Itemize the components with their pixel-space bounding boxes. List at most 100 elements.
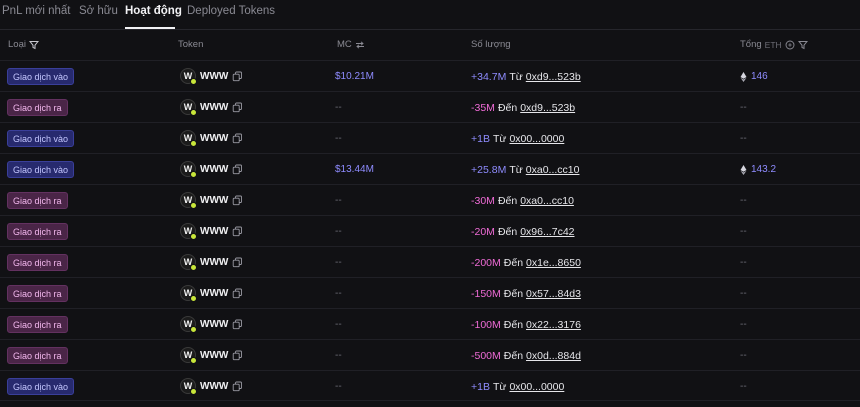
token-cell[interactable]: W WWW	[180, 161, 243, 178]
type-badge[interactable]: Giao dịch vào	[7, 68, 75, 85]
total-value: 143.2	[751, 164, 777, 175]
filter-icon[interactable]	[28, 40, 39, 50]
token-symbol[interactable]: WWW	[200, 164, 228, 175]
token-cell[interactable]: W WWW	[180, 316, 243, 333]
wallet-address-link[interactable]: 0xd9...523b	[526, 71, 581, 83]
wallet-address-link[interactable]: 0x96...7c42	[520, 226, 574, 238]
copy-icon[interactable]	[232, 319, 243, 330]
copy-icon[interactable]	[232, 133, 243, 144]
token-symbol[interactable]: WWW	[200, 102, 228, 113]
amount-cell: -35M Đến 0xd9...523b	[471, 102, 575, 114]
tab-holdings[interactable]: Sở hữu	[79, 5, 118, 17]
header-total-unit[interactable]: ETH	[765, 40, 782, 50]
header-total: Tổng ETH	[740, 39, 808, 50]
table-row[interactable]: Giao dịch ra W WWW -- -500M Đến 0x0d...884d --	[0, 339, 860, 370]
amount-cell: +1B Từ 0x00...0000	[471, 381, 564, 393]
token-cell[interactable]: W WWW	[180, 223, 243, 240]
token-symbol[interactable]: WWW	[200, 288, 228, 299]
table-row[interactable]: Giao dịch ra W WWW -- -100M Đến 0x22...3176 --	[0, 308, 860, 339]
tab-deployed-tokens[interactable]: Deployed Tokens	[187, 5, 275, 17]
type-badge[interactable]: Giao dịch ra	[7, 254, 68, 271]
table-row[interactable]: Giao dịch ra W WWW -- -35M Đến 0xd9...523b --	[0, 91, 860, 122]
token-cell[interactable]: W WWW	[180, 99, 243, 116]
type-badge[interactable]: Giao dịch ra	[7, 223, 68, 240]
token-symbol[interactable]: WWW	[200, 257, 228, 268]
type-badge[interactable]: Giao dịch vào	[7, 130, 75, 147]
wallet-address-link[interactable]: 0x00...0000	[509, 381, 564, 393]
tab-pnl[interactable]: PnL mới nhất	[2, 5, 70, 17]
token-cell[interactable]: W WWW	[180, 68, 243, 85]
active-tab-indicator	[125, 27, 175, 29]
copy-icon[interactable]	[232, 71, 243, 82]
total-cell: 143.2	[740, 164, 776, 175]
copy-icon[interactable]	[232, 102, 243, 113]
total-value: --	[740, 102, 747, 113]
wallet-address-link[interactable]: 0xd9...523b	[520, 102, 575, 114]
direction-label: Đến	[503, 288, 524, 300]
token-symbol[interactable]: WWW	[200, 381, 228, 392]
wallet-address-link[interactable]: 0x22...3176	[526, 319, 581, 331]
type-badge[interactable]: Giao dịch ra	[7, 99, 68, 116]
token-cell[interactable]: W WWW	[180, 254, 243, 271]
token-symbol[interactable]: WWW	[200, 350, 228, 361]
currency-icon[interactable]	[785, 40, 795, 50]
token-symbol[interactable]: WWW	[200, 319, 228, 330]
total-cell: --	[740, 133, 747, 144]
table-row[interactable]: Giao dịch vào W WWW $13.44M +25.8M Từ 0xa0...c…	[0, 153, 860, 184]
amount-cell: -100M Đến 0x22...3176	[471, 319, 581, 331]
table-row[interactable]: Giao dịch ra W WWW -- -20M Đến 0x96...7c42 --	[0, 215, 860, 246]
wallet-address-link[interactable]: 0x0d...884d	[526, 350, 581, 362]
direction-label: Đến	[503, 257, 524, 269]
amount-value: -35M	[471, 102, 495, 114]
type-badge[interactable]: Giao dịch ra	[7, 347, 68, 364]
copy-icon[interactable]	[232, 381, 243, 392]
type-badge[interactable]: Giao dịch ra	[7, 316, 68, 333]
token-cell[interactable]: W WWW	[180, 285, 243, 302]
type-badge[interactable]: Giao dịch ra	[7, 285, 68, 302]
token-cell[interactable]: W WWW	[180, 347, 243, 364]
tab-activity[interactable]: Hoạt động	[125, 5, 182, 17]
swap-icon[interactable]	[355, 40, 365, 49]
copy-icon[interactable]	[232, 195, 243, 206]
copy-icon[interactable]	[232, 350, 243, 361]
token-symbol[interactable]: WWW	[200, 195, 228, 206]
amount-value: -150M	[471, 288, 501, 300]
table-row[interactable]: Giao dịch vào W WWW $10.21M +34.7M Từ 0xd9...5…	[0, 60, 860, 91]
token-symbol[interactable]: WWW	[200, 133, 228, 144]
token-cell[interactable]: W WWW	[180, 192, 243, 209]
token-symbol[interactable]: WWW	[200, 226, 228, 237]
table-row[interactable]: Giao dịch ra W WWW -- -200M Đến 0x1e...8650 --	[0, 246, 860, 277]
token-cell[interactable]: W WWW	[180, 130, 243, 147]
total-cell: --	[740, 257, 747, 268]
wallet-address-link[interactable]: 0x1e...8650	[526, 257, 581, 269]
amount-cell: +1B Từ 0x00...0000	[471, 133, 564, 145]
table-row[interactable]: Giao dịch ra W WWW -- -30M Đến 0xa0...cc10 --	[0, 184, 860, 215]
token-logo-icon: W	[180, 130, 197, 147]
filter-icon[interactable]	[797, 40, 808, 50]
type-badge[interactable]: Giao dịch vào	[7, 161, 75, 178]
amount-cell: -30M Đến 0xa0...cc10	[471, 195, 574, 207]
table-row[interactable]: Giao dịch vào W WWW -- +1B Từ 0x00...0000 --	[0, 370, 860, 401]
copy-icon[interactable]	[232, 257, 243, 268]
token-symbol[interactable]: WWW	[200, 71, 228, 82]
table-row[interactable]: Giao dịch ra W WWW -- -150M Đến 0x57...84d3 --	[0, 277, 860, 308]
amount-cell: -20M Đến 0x96...7c42	[471, 226, 575, 238]
wallet-address-link[interactable]: 0x00...0000	[509, 133, 564, 145]
token-cell[interactable]: W WWW	[180, 378, 243, 395]
type-badge[interactable]: Giao dịch vào	[7, 378, 75, 395]
type-badge[interactable]: Giao dịch ra	[7, 192, 68, 209]
wallet-address-link[interactable]: 0xa0...cc10	[520, 195, 574, 207]
amount-value: -30M	[471, 195, 495, 207]
copy-icon[interactable]	[232, 226, 243, 237]
token-logo-icon: W	[180, 347, 197, 364]
wallet-address-link[interactable]: 0x57...84d3	[526, 288, 581, 300]
header-type-label: Loại	[8, 39, 26, 50]
wallet-address-link[interactable]: 0xa0...cc10	[526, 164, 580, 176]
amount-value: +1B	[471, 381, 490, 393]
copy-icon[interactable]	[232, 164, 243, 175]
token-logo-icon: W	[180, 378, 197, 395]
market-cap: --	[335, 195, 342, 206]
token-logo-icon: W	[180, 316, 197, 333]
table-row[interactable]: Giao dịch vào W WWW -- +1B Từ 0x00...0000 --	[0, 122, 860, 153]
copy-icon[interactable]	[232, 288, 243, 299]
